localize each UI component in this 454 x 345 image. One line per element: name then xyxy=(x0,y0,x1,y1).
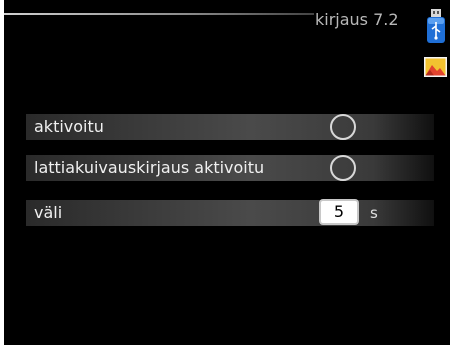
setting-row-vali[interactable]: väli 5 s xyxy=(26,199,434,226)
page-title: kirjaus 7.2 xyxy=(315,10,399,29)
radio-aktivoitu[interactable] xyxy=(330,114,356,140)
row-label: lattiakuivauskirjaus aktivoitu xyxy=(34,158,265,177)
setting-row-lattiakuivauskirjaus[interactable]: lattiakuivauskirjaus aktivoitu xyxy=(26,155,434,181)
setting-row-aktivoitu[interactable]: aktivoitu xyxy=(26,114,434,140)
picture-icon[interactable] xyxy=(424,57,447,77)
radio-lattiakuivauskirjaus-aktivoitu[interactable] xyxy=(330,155,356,181)
interval-unit: s xyxy=(370,204,378,222)
interval-value-field[interactable]: 5 xyxy=(319,199,359,225)
title-divider xyxy=(4,13,314,15)
row-label: väli xyxy=(34,203,63,222)
display-screen: kirjaus 7.2 aktivoitu lattiakuivauskirja… xyxy=(4,0,450,345)
usb-icon[interactable] xyxy=(426,9,446,43)
row-label: aktivoitu xyxy=(34,117,104,136)
